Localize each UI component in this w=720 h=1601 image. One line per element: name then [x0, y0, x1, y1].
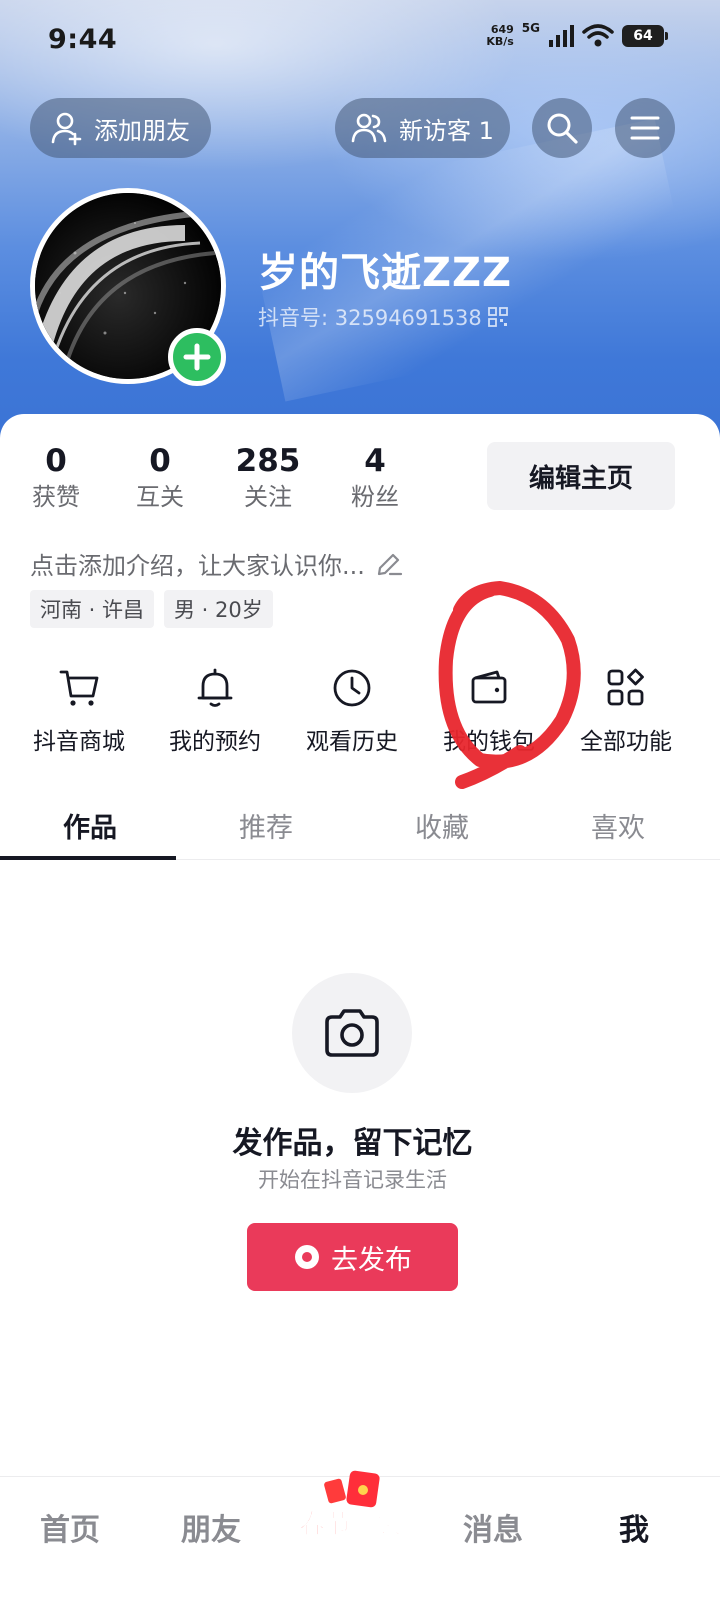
publish-button[interactable]: 去发布 — [247, 1223, 458, 1291]
wallet-icon — [471, 670, 507, 704]
bell-icon — [197, 668, 233, 707]
stat-likes[interactable]: 0 获赞 — [1, 442, 111, 514]
shortcut-label: 我的预约 — [169, 729, 261, 755]
add-friend-label: 添加朋友 — [94, 116, 190, 145]
qr-code-icon — [487, 307, 508, 327]
status-indicators: 649 KB/s 5G 64 — [486, 21, 668, 48]
signal-icon — [549, 25, 574, 47]
camera-icon — [325, 1009, 379, 1057]
search-icon — [547, 113, 578, 144]
search-button[interactable] — [532, 98, 592, 158]
shortcut-label: 抖音商城 — [33, 729, 125, 755]
shortcut-mall[interactable]: 抖音商城 — [14, 664, 144, 756]
stat-following[interactable]: 285 关注 — [213, 442, 323, 514]
nickname: 岁的飞逝ZZZ — [258, 250, 513, 296]
bio-placeholder: 点击添加介绍，让大家认识你... — [30, 552, 365, 580]
empty-state-icon-circle — [292, 973, 412, 1093]
nav-friends[interactable]: 朋友 — [141, 1505, 281, 1549]
new-visitors-label: 新访客 1 — [399, 116, 494, 145]
shortcut-wallet[interactable]: 我的钱包 — [424, 664, 554, 756]
add-friend-button[interactable]: 添加朋友 — [30, 98, 211, 158]
plus-icon — [183, 343, 211, 371]
location-tag[interactable]: 河南 · 许昌 — [30, 590, 155, 628]
stat-label: 互关 — [136, 483, 184, 511]
active-tab-indicator — [0, 856, 176, 860]
stat-value: 4 — [364, 443, 386, 479]
status-bar: 9:44 649 KB/s 5G 64 — [0, 0, 720, 84]
visitors-icon — [351, 113, 387, 143]
stat-mutual[interactable]: 0 互关 — [105, 442, 215, 514]
stat-label: 获赞 — [32, 483, 80, 511]
battery-indicator: 64 — [622, 25, 668, 47]
wifi-icon — [582, 24, 614, 47]
stat-value: 0 — [149, 443, 171, 479]
menu-icon — [630, 116, 660, 140]
douyin-id[interactable]: 抖音号: 32594691538 — [258, 302, 508, 332]
network-type: 5G — [521, 21, 540, 35]
menu-button[interactable] — [615, 98, 675, 158]
avatar-add-button[interactable] — [168, 328, 226, 386]
nav-messages[interactable]: 消息 — [423, 1505, 563, 1549]
shortcut-label: 观看历史 — [306, 729, 398, 755]
tab-recommended[interactable]: 推荐 — [176, 790, 356, 860]
nav-home[interactable]: 首页 — [0, 1505, 140, 1549]
gender-age-tag[interactable]: 男 · 20岁 — [164, 590, 273, 628]
cart-icon — [59, 670, 99, 706]
bio-field[interactable]: 点击添加介绍，让大家认识你... — [30, 546, 403, 581]
stat-value: 0 — [45, 443, 67, 479]
stat-followers[interactable]: 4 粉丝 — [320, 442, 430, 514]
shortcut-label: 我的钱包 — [443, 729, 535, 755]
tab-favorites[interactable]: 收藏 — [352, 790, 532, 860]
add-user-icon — [51, 112, 82, 146]
new-visitors-button[interactable]: 新访客 1 — [335, 98, 510, 158]
clock-icon — [333, 669, 371, 707]
network-speed-unit: KB/s — [486, 35, 514, 48]
stat-value: 285 — [235, 443, 301, 479]
nav-spring-festival-label: 春节赚钱 — [298, 1510, 403, 1541]
content-tabs: 作品 推荐 收藏 喜欢 — [0, 790, 720, 860]
douyin-id-text: 抖音号: 32594691538 — [258, 306, 482, 330]
tab-works[interactable]: 作品 — [0, 790, 180, 860]
stat-label: 粉丝 — [351, 483, 399, 511]
tab-likes[interactable]: 喜欢 — [528, 790, 708, 860]
empty-state-subtitle: 开始在抖音记录生活 — [258, 1168, 447, 1192]
pencil-icon — [377, 553, 402, 575]
shortcut-reservations[interactable]: 我的预约 — [150, 664, 280, 756]
shortcut-all-features[interactable]: 全部功能 — [561, 664, 691, 756]
empty-state-title: 发作品，留下记忆 — [232, 1126, 473, 1161]
network-speed: 649 KB/s — [486, 24, 513, 48]
grid-icon — [607, 668, 644, 706]
nav-me[interactable]: 我 — [564, 1505, 704, 1549]
edit-profile-button[interactable]: 编辑主页 — [487, 442, 675, 510]
publish-button-label: 去发布 — [331, 1244, 412, 1276]
camera-record-icon — [295, 1245, 319, 1269]
stat-label: 关注 — [244, 483, 292, 511]
status-time: 9:44 — [48, 24, 118, 55]
shortcut-history[interactable]: 观看历史 — [287, 664, 417, 756]
shortcut-label: 全部功能 — [580, 729, 672, 755]
nav-spring-festival[interactable]: 春节赚钱 — [296, 1470, 406, 1550]
